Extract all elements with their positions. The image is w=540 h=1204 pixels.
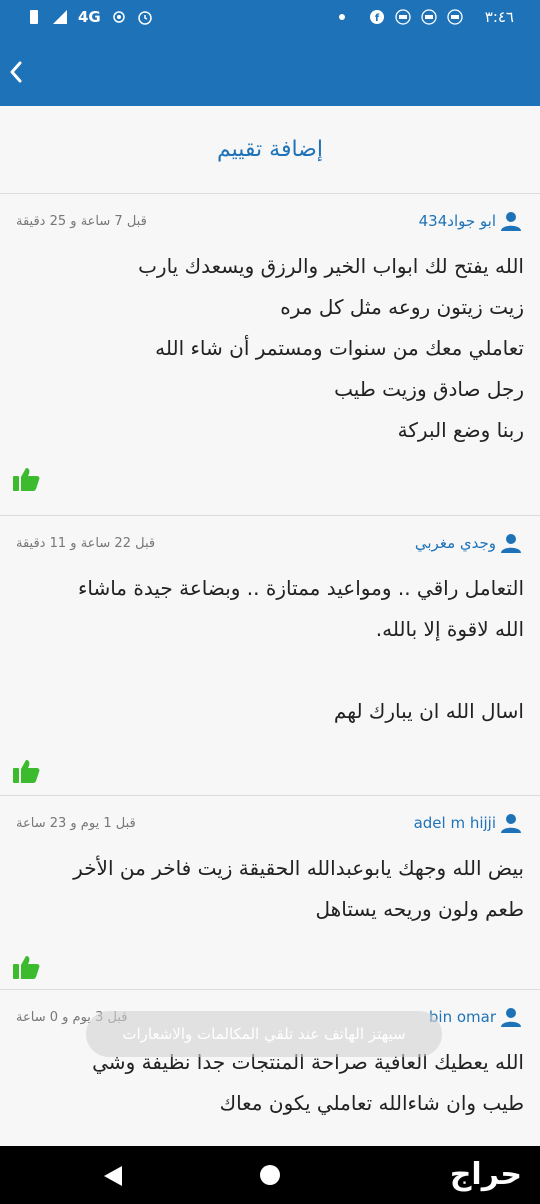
review-username: ابو جواد434 bbox=[418, 212, 496, 230]
sms-icon bbox=[421, 9, 437, 25]
alarm-icon bbox=[138, 11, 152, 25]
review-line: اسال الله ان يبارك لهم bbox=[333, 699, 524, 723]
add-review-label: إضافة تقييم bbox=[217, 137, 323, 162]
review-line: الله يفتح لك ابواب الخير والرزق ويسعدك ي… bbox=[138, 254, 524, 278]
toast-message: سيهتز الهاتف عند تلقي المكالمات والاشعار… bbox=[86, 1011, 442, 1057]
review-line: الله لاقوة إلا بالله. bbox=[375, 617, 524, 641]
review-header: adel m hijji قبل 1 يوم و 23 ساعة bbox=[0, 796, 540, 848]
reviews-content: إضافة تقييم ابو جواد434 قبل 7 ساعة و 25 … bbox=[0, 106, 540, 1146]
review-user[interactable]: bin omar bbox=[429, 1006, 522, 1028]
svg-text:f: f bbox=[375, 13, 380, 24]
review-line: ربنا وضع البركة bbox=[397, 418, 524, 442]
wifi-hotspot-icon bbox=[113, 11, 125, 23]
review-time: قبل 22 ساعة و 11 دقيقة bbox=[16, 536, 156, 551]
review-item: adel m hijji قبل 1 يوم و 23 ساعة بيض الل… bbox=[0, 796, 540, 990]
review-time: قبل 1 يوم و 23 ساعة bbox=[16, 816, 136, 831]
user-icon bbox=[501, 814, 521, 833]
review-header: وجدي مغربي قبل 22 ساعة و 11 دقيقة bbox=[0, 516, 540, 568]
review-line: رجل صادق وزيت طيب bbox=[334, 377, 524, 401]
status-dot bbox=[338, 14, 345, 20]
signal-icon bbox=[53, 10, 67, 24]
status-right-icons: f ٣:٤٦ bbox=[338, 8, 514, 26]
review-line: تعاملي معك من سنوات ومستمر أن شاء الله bbox=[155, 336, 524, 360]
add-review-button[interactable]: إضافة تقييم bbox=[0, 106, 540, 194]
thumbs-up-icon[interactable] bbox=[12, 758, 40, 784]
facebook-icon: f bbox=[369, 10, 384, 24]
review-body: الله يفتح لك ابواب الخير والرزق ويسعدك ي… bbox=[0, 246, 540, 451]
review-item: وجدي مغربي قبل 22 ساعة و 11 دقيقة التعام… bbox=[0, 516, 540, 796]
nav-back-icon[interactable] bbox=[102, 1164, 124, 1188]
review-username: adel m hijji bbox=[413, 814, 496, 832]
review-line: طعم ولون وريحه يستاهل bbox=[315, 897, 524, 921]
clock: ٣:٤٦ bbox=[484, 8, 514, 26]
review-header: ابو جواد434 قبل 7 ساعة و 25 دقيقة bbox=[0, 194, 540, 246]
user-icon bbox=[501, 534, 521, 553]
review-body: بيض الله وجهك يابوعبدالله الحقيقة زيت فا… bbox=[0, 848, 540, 930]
user-icon bbox=[501, 1008, 521, 1027]
sms-icon bbox=[447, 9, 463, 25]
thumbs-up-icon[interactable] bbox=[12, 466, 40, 492]
review-line: التعامل راقي .. ومواعيد ممتازة .. وبضاعة… bbox=[77, 576, 524, 600]
chevron-left-icon bbox=[10, 61, 22, 83]
status-bar: 4G f ٣:٤٦ bbox=[0, 0, 540, 38]
review-item: ابو جواد434 قبل 7 ساعة و 25 دقيقة الله ي… bbox=[0, 194, 540, 516]
user-icon bbox=[501, 212, 521, 231]
app-bar bbox=[0, 38, 540, 106]
review-user[interactable]: adel m hijji bbox=[414, 812, 522, 834]
review-line: طيب وان شاءالله تعاملي يكون معاك bbox=[219, 1091, 524, 1115]
thumbs-up-icon[interactable] bbox=[12, 954, 40, 980]
network-type: 4G bbox=[78, 8, 101, 26]
review-line: بيض الله وجهك يابوعبدالله الحقيقة زيت فا… bbox=[73, 856, 524, 880]
review-username: وجدي مغربي bbox=[414, 534, 496, 552]
sms-icon bbox=[395, 9, 411, 25]
review-line bbox=[16, 650, 524, 691]
review-line: زيت زيتون روعه مثل كل مره bbox=[280, 295, 524, 319]
review-user[interactable]: ابو جواد434 bbox=[419, 210, 522, 232]
haraj-logo: حراج bbox=[449, 1157, 522, 1192]
nav-home-button[interactable] bbox=[260, 1165, 280, 1185]
review-body: التعامل راقي .. ومواعيد ممتازة .. وبضاعة… bbox=[0, 568, 540, 732]
status-left-icons: 4G bbox=[26, 8, 153, 26]
review-user[interactable]: وجدي مغربي bbox=[415, 532, 522, 554]
system-nav-bar: حراج bbox=[0, 1146, 540, 1204]
back-button[interactable] bbox=[4, 56, 28, 88]
battery-icon bbox=[30, 10, 38, 24]
review-time: قبل 7 ساعة و 25 دقيقة bbox=[16, 214, 147, 229]
